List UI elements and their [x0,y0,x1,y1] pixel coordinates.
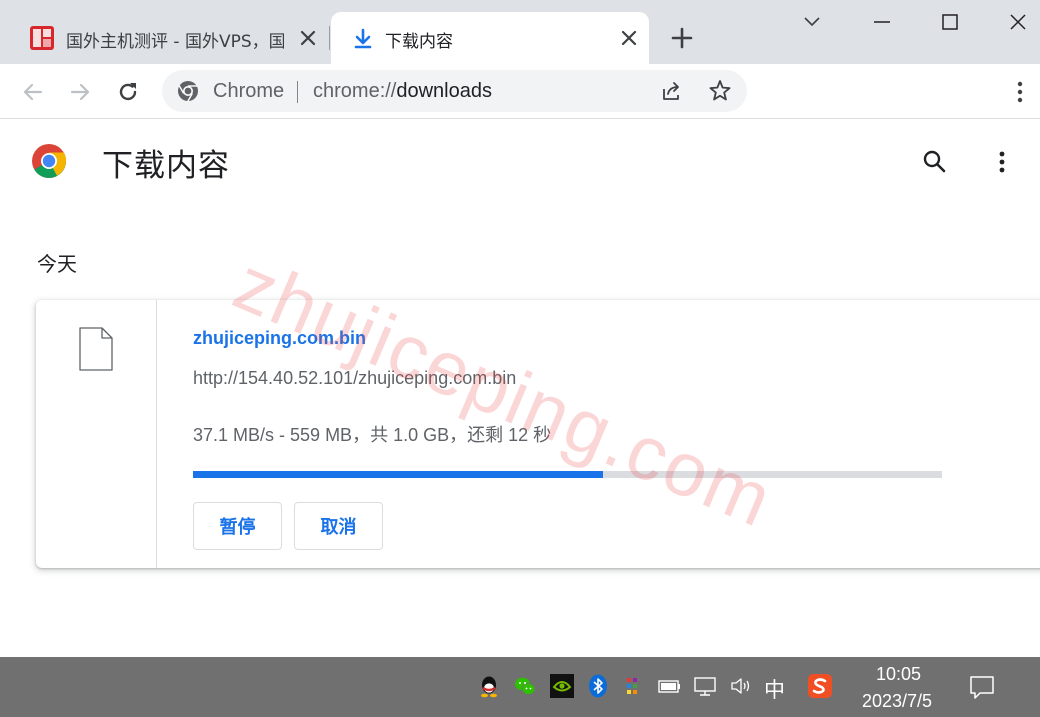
battery-icon[interactable] [657,674,681,698]
forward-button[interactable] [63,75,97,109]
url-host: downloads [396,80,492,102]
maximize-icon [942,14,958,30]
volume-icon[interactable] [729,674,753,698]
file-icon [79,327,113,371]
share-icon[interactable] [658,78,684,104]
menu-icon[interactable] [990,147,1014,177]
back-icon [23,83,43,101]
minimize-button[interactable] [852,0,912,44]
network-icon[interactable] [693,674,717,698]
window-close-icon [1010,14,1026,30]
new-tab-icon[interactable] [664,20,700,56]
download-icon [354,28,372,49]
search-icon[interactable] [921,148,949,176]
browser-toolbar: Chrome chrome://downloads [0,64,1040,119]
omnibox-site-chip: Chrome [213,80,285,102]
tab-title: 下载内容 [385,32,453,52]
cancel-button[interactable]: 取消 [294,502,383,550]
tab-search-button[interactable] [782,0,842,44]
file-source-url[interactable]: http://154.40.52.101/zhujiceping.com.bin [193,368,516,389]
menu-icon[interactable] [1006,76,1034,108]
window-close-button[interactable] [988,0,1040,44]
tab-separator [329,26,330,50]
reload-icon [119,83,137,101]
page-title: 下载内容 [102,148,230,184]
pause-button[interactable]: 暂停 [193,502,282,550]
notification-icon[interactable] [968,673,996,701]
omnibox[interactable]: Chrome chrome://downloads [162,70,747,112]
url-scheme: chrome:// [313,80,397,102]
star-icon[interactable] [707,78,733,104]
back-button[interactable] [16,75,50,109]
maximize-button[interactable] [920,0,980,44]
nvidia-icon[interactable] [550,674,574,698]
download-status: 37.1 MB/s - 559 MB，共 1.0 GB，还剩 12 秒 [193,425,552,445]
wechat-icon[interactable] [513,674,537,698]
site-favicon [30,26,54,50]
file-icon-column [36,300,157,568]
taskbar: 中 10:05 2023/7/5 [0,657,1040,717]
forward-icon [70,83,90,101]
bluetooth-icon[interactable] [586,674,610,698]
download-progress-fill [193,471,603,478]
tab-downloads[interactable]: 下载内容 [331,12,649,64]
clock-date[interactable]: 2023/7/5 [862,691,932,712]
tab-zhujiceping[interactable]: 国外主机测评 - 国外VPS，国 [18,12,328,64]
download-progress-bar [193,471,942,478]
omnibox-divider [297,81,298,103]
date-group-label: 今天 [37,252,77,276]
chrome-logo-icon [32,144,67,179]
clock-time[interactable]: 10:05 [876,664,921,685]
downloads-header: 下载内容 [0,120,1040,200]
file-name-link[interactable]: zhujiceping.com.bin [193,328,366,349]
close-icon[interactable] [298,28,318,48]
tab-strip: 国外主机测评 - 国外VPS，国 下载内容 [0,0,1040,64]
download-item-card: zhujiceping.com.bin http://154.40.52.101… [36,300,1040,568]
color-grid-icon[interactable] [622,674,646,698]
ime-indicator[interactable]: 中 [764,674,785,704]
minimize-icon [874,21,890,23]
chevron-down-icon [804,17,820,27]
close-icon[interactable] [619,28,639,48]
reload-button[interactable] [111,75,145,109]
qq-icon[interactable] [477,674,501,698]
sogou-icon[interactable] [808,674,832,698]
chrome-icon [178,81,198,102]
omnibox-url[interactable]: chrome://downloads [313,80,492,103]
tab-title: 国外主机测评 - 国外VPS，国 [66,32,284,52]
